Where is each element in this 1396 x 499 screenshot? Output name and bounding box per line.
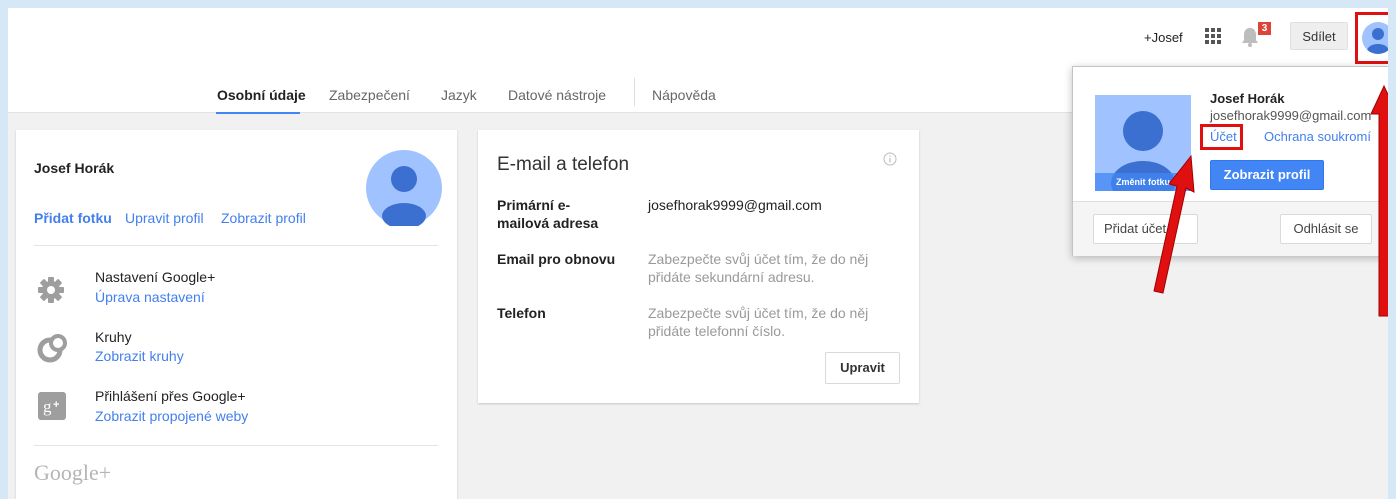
annotation-arrows (1153, 84, 1388, 317)
arrow-to-account-link (1153, 154, 1195, 294)
page-frame: +Josef 3 Sdílet Osobní údaje Zabezpečení… (8, 8, 1388, 499)
arrow-to-avatar (1370, 84, 1388, 317)
